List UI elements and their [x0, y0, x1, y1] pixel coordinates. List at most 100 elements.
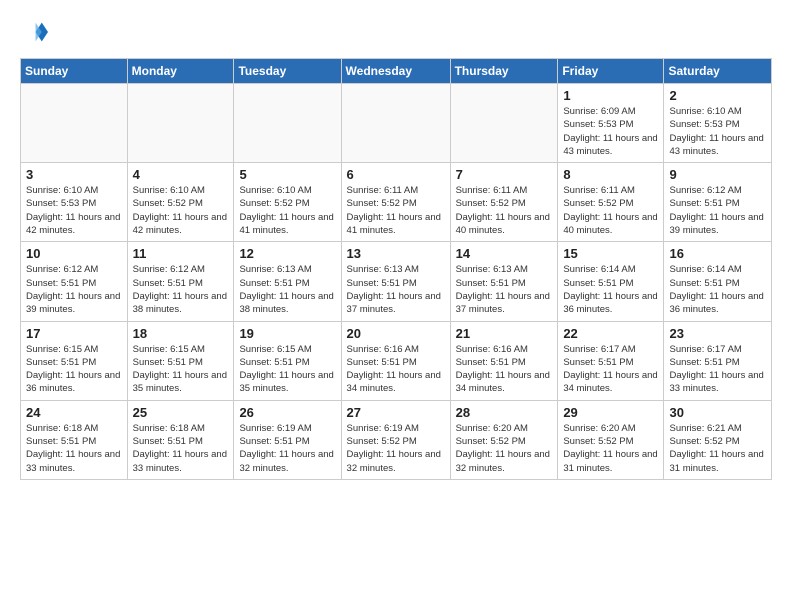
calendar-cell: 11Sunrise: 6:12 AM Sunset: 5:51 PM Dayli… — [127, 242, 234, 321]
day-number: 22 — [563, 326, 658, 341]
calendar-cell: 30 Sunrise: 6:21 AM Sunset: 5:52 PM Dayli… — [664, 400, 772, 479]
day-number: 28 — [456, 405, 553, 420]
calendar-cell: 20 Sunrise: 6:16 AM Sunset: 5:51 PM Dayli… — [341, 321, 450, 400]
cell-info: Sunrise: 6:20 AM Sunset: 5:52 PM Dayligh… — [456, 422, 553, 475]
calendar-cell: 27 Sunrise: 6:19 AM Sunset: 5:52 PM Dayli… — [341, 400, 450, 479]
cell-info: Sunrise: 6:15 AM Sunset: 5:51 PM Dayligh… — [239, 343, 335, 396]
calendar-cell: 13Sunrise: 6:13 AM Sunset: 5:51 PM Dayli… — [341, 242, 450, 321]
calendar-cell: 22 Sunrise: 6:17 AM Sunset: 5:51 PM Dayli… — [558, 321, 664, 400]
cell-info: Sunrise: 6:12 AM Sunset: 5:51 PM Dayligh… — [669, 184, 766, 237]
calendar-cell: 23Sunrise: 6:17 AM Sunset: 5:51 PM Dayli… — [664, 321, 772, 400]
calendar-cell — [234, 84, 341, 163]
cell-info: Sunrise: 6:12 AM Sunset: 5:51 PM Dayligh… — [26, 263, 122, 316]
calendar-cell: 14 Sunrise: 6:13 AM Sunset: 5:51 PM Dayli… — [450, 242, 558, 321]
cell-info: Sunrise: 6:21 AM Sunset: 5:52 PM Dayligh… — [669, 422, 766, 475]
calendar-cell: 1 Sunrise: 6:09 AM Sunset: 5:53 PM Daylig… — [558, 84, 664, 163]
day-number: 13 — [347, 246, 445, 261]
calendar-cell: 7 Sunrise: 6:11 AM Sunset: 5:52 PM Daylig… — [450, 163, 558, 242]
logo-icon — [20, 18, 48, 46]
col-header-monday: Monday — [127, 59, 234, 84]
calendar-cell: 9 Sunrise: 6:12 AM Sunset: 5:51 PM Daylig… — [664, 163, 772, 242]
cell-info: Sunrise: 6:16 AM Sunset: 5:51 PM Dayligh… — [347, 343, 445, 396]
page: SundayMondayTuesdayWednesdayThursdayFrid… — [0, 0, 792, 490]
calendar-cell: 3 Sunrise: 6:10 AM Sunset: 5:53 PM Daylig… — [21, 163, 128, 242]
day-number: 20 — [347, 326, 445, 341]
calendar-cell: 18Sunrise: 6:15 AM Sunset: 5:51 PM Dayli… — [127, 321, 234, 400]
cell-info: Sunrise: 6:10 AM Sunset: 5:53 PM Dayligh… — [26, 184, 122, 237]
day-number: 16 — [669, 246, 766, 261]
day-number: 27 — [347, 405, 445, 420]
cell-info: Sunrise: 6:19 AM Sunset: 5:52 PM Dayligh… — [347, 422, 445, 475]
day-number: 6 — [347, 167, 445, 182]
calendar-cell: 16 Sunrise: 6:14 AM Sunset: 5:51 PM Dayli… — [664, 242, 772, 321]
calendar-week-2: 3 Sunrise: 6:10 AM Sunset: 5:53 PM Daylig… — [21, 163, 772, 242]
calendar-cell: 12 Sunrise: 6:13 AM Sunset: 5:51 PM Dayli… — [234, 242, 341, 321]
day-number: 5 — [239, 167, 335, 182]
day-number: 10 — [26, 246, 122, 261]
calendar-cell: 15 Sunrise: 6:14 AM Sunset: 5:51 PM Dayli… — [558, 242, 664, 321]
day-number: 29 — [563, 405, 658, 420]
col-header-thursday: Thursday — [450, 59, 558, 84]
col-header-friday: Friday — [558, 59, 664, 84]
cell-info: Sunrise: 6:13 AM Sunset: 5:51 PM Dayligh… — [456, 263, 553, 316]
day-number: 14 — [456, 246, 553, 261]
cell-info: Sunrise: 6:14 AM Sunset: 5:51 PM Dayligh… — [669, 263, 766, 316]
day-number: 3 — [26, 167, 122, 182]
calendar-week-3: 10 Sunrise: 6:12 AM Sunset: 5:51 PM Dayli… — [21, 242, 772, 321]
cell-info: Sunrise: 6:09 AM Sunset: 5:53 PM Dayligh… — [563, 105, 658, 158]
day-number: 21 — [456, 326, 553, 341]
calendar-cell: 8Sunrise: 6:11 AM Sunset: 5:52 PM Daylig… — [558, 163, 664, 242]
day-number: 1 — [563, 88, 658, 103]
cell-info: Sunrise: 6:18 AM Sunset: 5:51 PM Dayligh… — [26, 422, 122, 475]
cell-info: Sunrise: 6:13 AM Sunset: 5:51 PM Dayligh… — [239, 263, 335, 316]
calendar-cell: 28 Sunrise: 6:20 AM Sunset: 5:52 PM Dayli… — [450, 400, 558, 479]
calendar-cell: 17 Sunrise: 6:15 AM Sunset: 5:51 PM Dayli… — [21, 321, 128, 400]
calendar-cell — [450, 84, 558, 163]
day-number: 2 — [669, 88, 766, 103]
day-number: 9 — [669, 167, 766, 182]
cell-info: Sunrise: 6:11 AM Sunset: 5:52 PM Dayligh… — [347, 184, 445, 237]
cell-info: Sunrise: 6:11 AM Sunset: 5:52 PM Dayligh… — [563, 184, 658, 237]
calendar-cell — [341, 84, 450, 163]
calendar-week-5: 24 Sunrise: 6:18 AM Sunset: 5:51 PM Dayli… — [21, 400, 772, 479]
day-number: 15 — [563, 246, 658, 261]
cell-info: Sunrise: 6:20 AM Sunset: 5:52 PM Dayligh… — [563, 422, 658, 475]
day-number: 25 — [133, 405, 229, 420]
col-header-sunday: Sunday — [21, 59, 128, 84]
cell-info: Sunrise: 6:10 AM Sunset: 5:52 PM Dayligh… — [133, 184, 229, 237]
col-header-saturday: Saturday — [664, 59, 772, 84]
day-number: 18 — [133, 326, 229, 341]
calendar-header-row: SundayMondayTuesdayWednesdayThursdayFrid… — [21, 59, 772, 84]
day-number: 17 — [26, 326, 122, 341]
calendar-cell: 6 Sunrise: 6:11 AM Sunset: 5:52 PM Daylig… — [341, 163, 450, 242]
day-number: 30 — [669, 405, 766, 420]
calendar-cell: 21 Sunrise: 6:16 AM Sunset: 5:51 PM Dayli… — [450, 321, 558, 400]
logo — [20, 18, 52, 46]
cell-info: Sunrise: 6:16 AM Sunset: 5:51 PM Dayligh… — [456, 343, 553, 396]
day-number: 24 — [26, 405, 122, 420]
cell-info: Sunrise: 6:19 AM Sunset: 5:51 PM Dayligh… — [239, 422, 335, 475]
cell-info: Sunrise: 6:15 AM Sunset: 5:51 PM Dayligh… — [26, 343, 122, 396]
day-number: 23 — [669, 326, 766, 341]
calendar-cell: 2Sunrise: 6:10 AM Sunset: 5:53 PM Daylig… — [664, 84, 772, 163]
cell-info: Sunrise: 6:17 AM Sunset: 5:51 PM Dayligh… — [563, 343, 658, 396]
calendar-cell: 29 Sunrise: 6:20 AM Sunset: 5:52 PM Dayli… — [558, 400, 664, 479]
cell-info: Sunrise: 6:14 AM Sunset: 5:51 PM Dayligh… — [563, 263, 658, 316]
cell-info: Sunrise: 6:12 AM Sunset: 5:51 PM Dayligh… — [133, 263, 229, 316]
calendar-cell: 25 Sunrise: 6:18 AM Sunset: 5:51 PM Dayli… — [127, 400, 234, 479]
cell-info: Sunrise: 6:11 AM Sunset: 5:52 PM Dayligh… — [456, 184, 553, 237]
calendar-cell: 26Sunrise: 6:19 AM Sunset: 5:51 PM Dayli… — [234, 400, 341, 479]
calendar-week-1: 1 Sunrise: 6:09 AM Sunset: 5:53 PM Daylig… — [21, 84, 772, 163]
day-number: 12 — [239, 246, 335, 261]
day-number: 4 — [133, 167, 229, 182]
col-header-tuesday: Tuesday — [234, 59, 341, 84]
calendar-cell — [21, 84, 128, 163]
calendar-cell: 10 Sunrise: 6:12 AM Sunset: 5:51 PM Dayli… — [21, 242, 128, 321]
day-number: 19 — [239, 326, 335, 341]
day-number: 7 — [456, 167, 553, 182]
cell-info: Sunrise: 6:18 AM Sunset: 5:51 PM Dayligh… — [133, 422, 229, 475]
calendar-cell: 4 Sunrise: 6:10 AM Sunset: 5:52 PM Daylig… — [127, 163, 234, 242]
col-header-wednesday: Wednesday — [341, 59, 450, 84]
calendar-cell — [127, 84, 234, 163]
calendar-cell: 24 Sunrise: 6:18 AM Sunset: 5:51 PM Dayli… — [21, 400, 128, 479]
